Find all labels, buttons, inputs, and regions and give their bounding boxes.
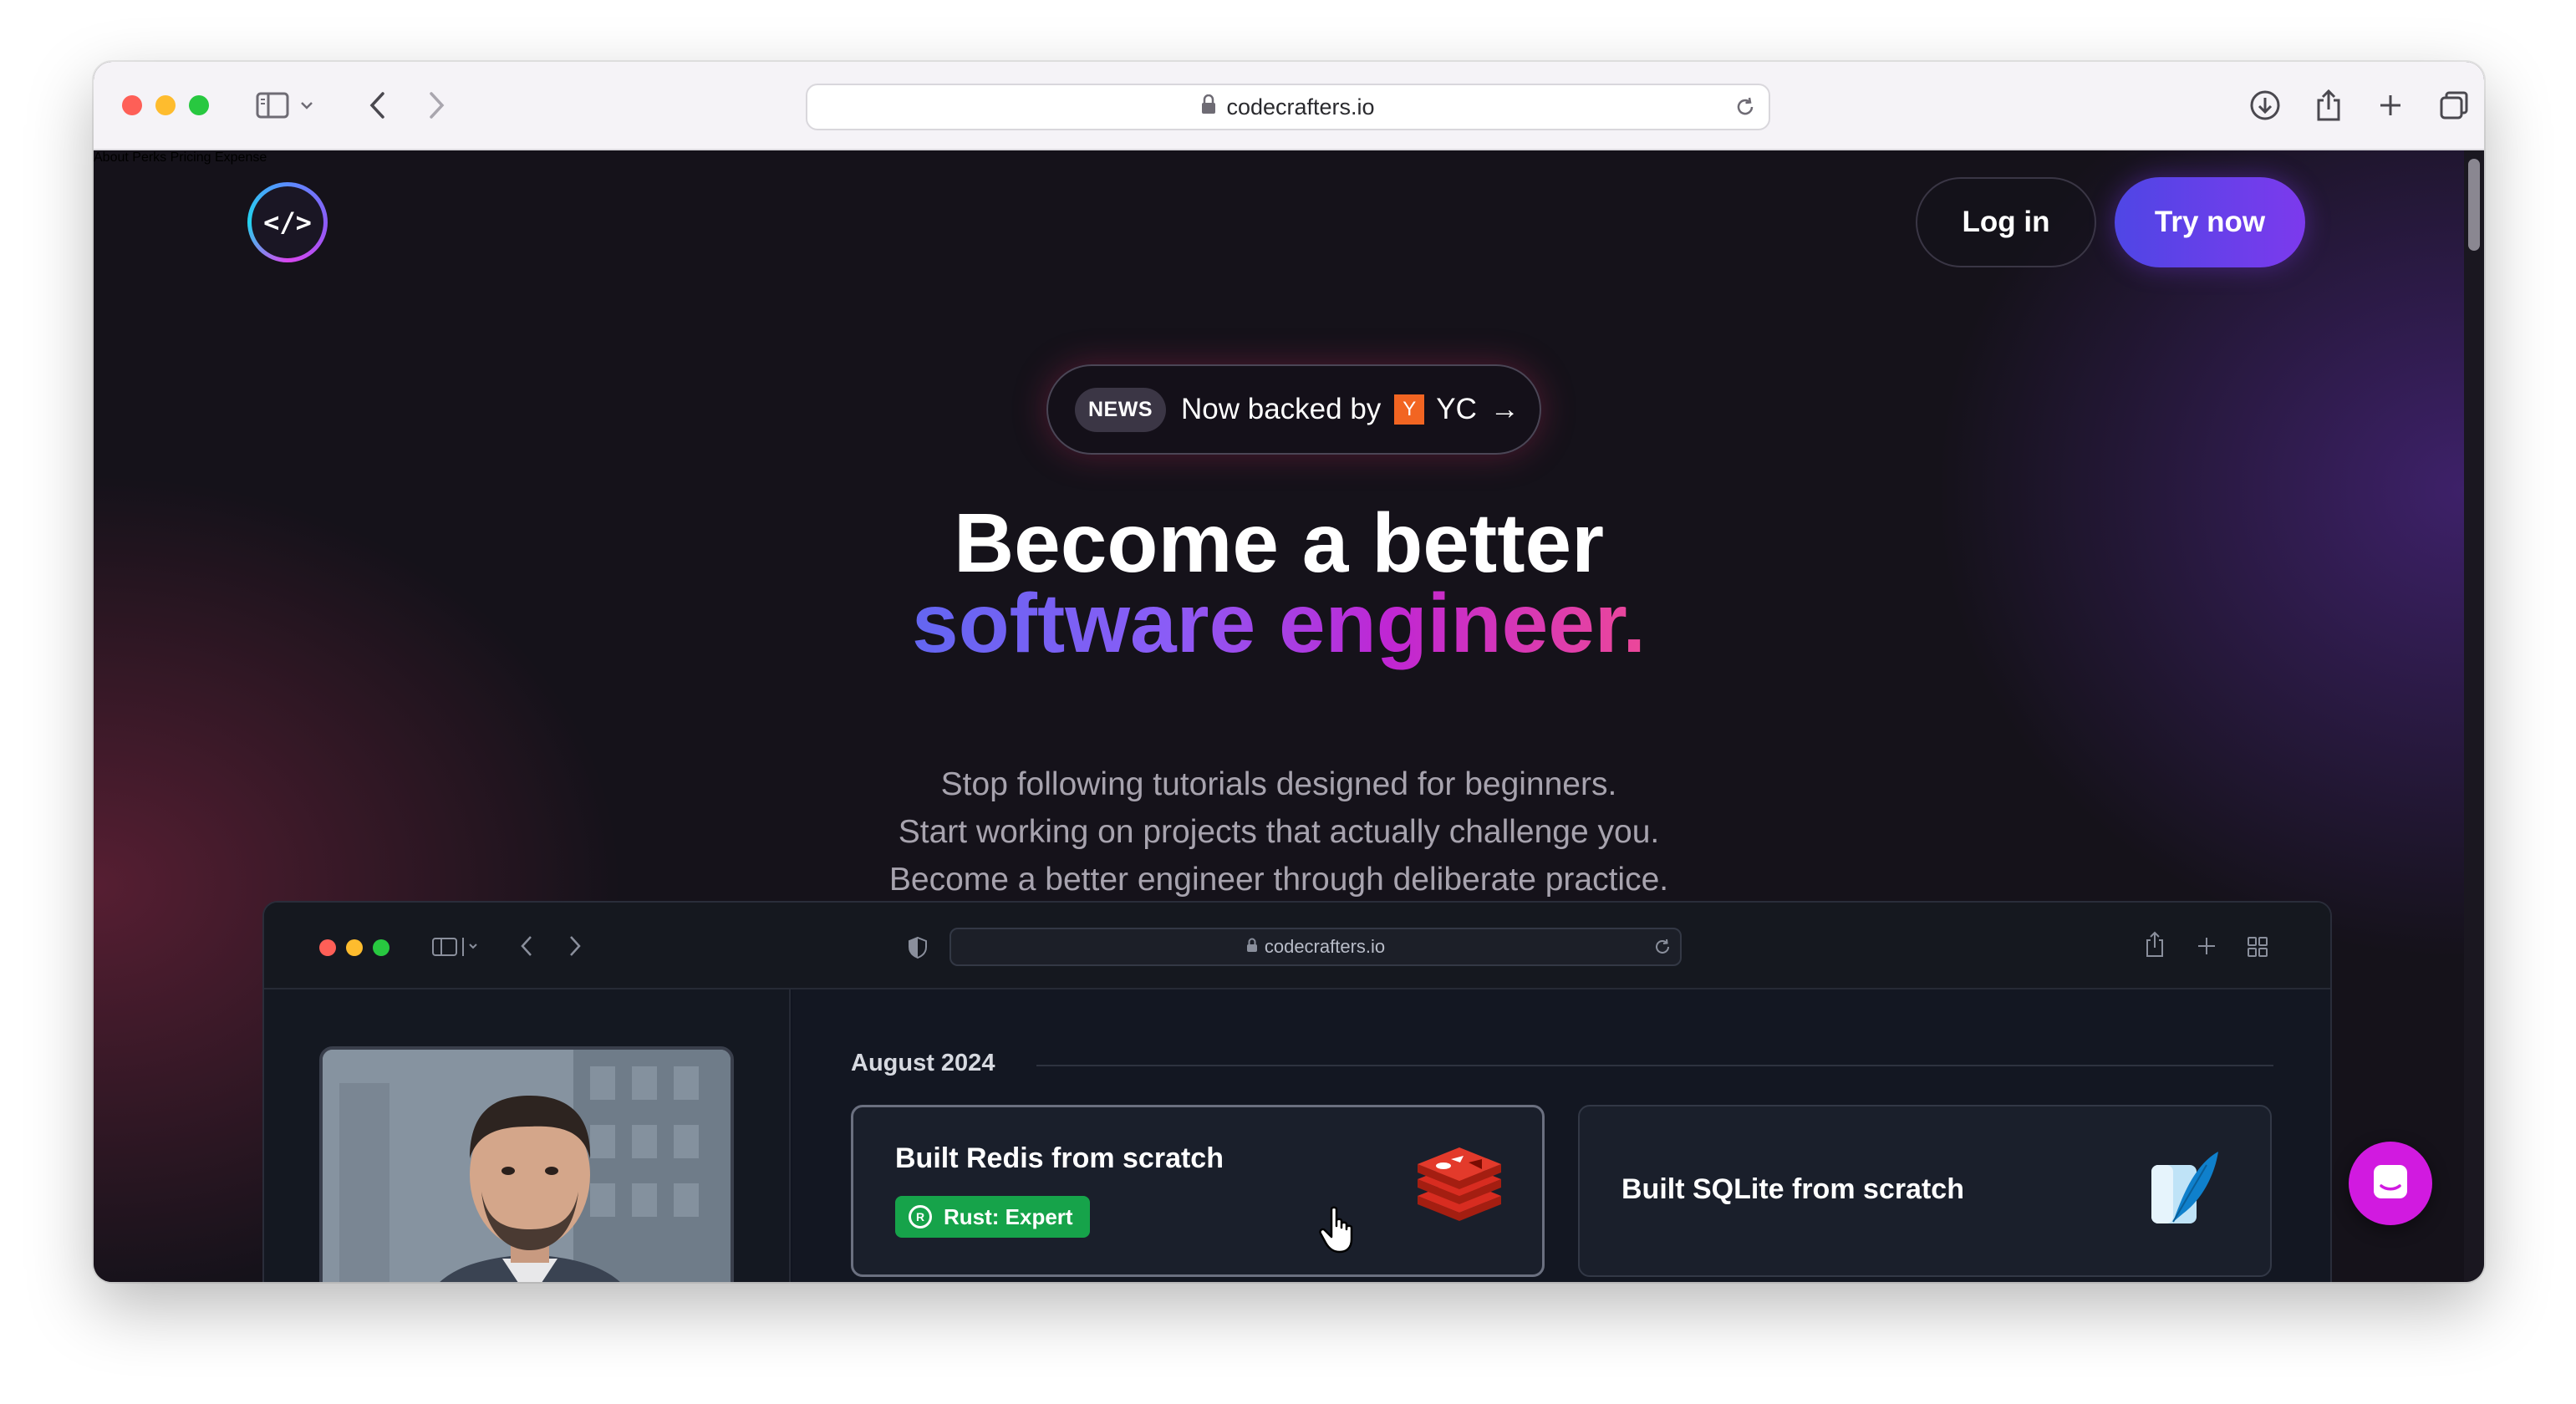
rust-icon: R <box>909 1205 932 1228</box>
project-card-sqlite[interactable]: Built SQLite from scratch <box>1578 1105 2272 1277</box>
nav-expense[interactable]: Expense <box>215 150 267 165</box>
nav-about[interactable]: About <box>94 150 129 165</box>
preview-shield-icon <box>908 936 928 964</box>
project-card-title: Built Redis from scratch <box>895 1142 1224 1174</box>
login-button[interactable]: Log in <box>1916 177 2096 267</box>
project-card-redis[interactable]: Built Redis from scratch R Rust: Expert <box>851 1105 1545 1277</box>
web-page: </> About Perks Pricing Expense Log in T… <box>94 150 2464 1282</box>
preview-toolbar: codecrafters.io <box>264 903 2330 989</box>
zoom-window-button[interactable] <box>189 95 209 115</box>
browser-window: codecrafters.io </> About Perks Pricing … <box>94 62 2484 1282</box>
close-window-button[interactable] <box>122 95 142 115</box>
preview-sidebar-icon <box>431 936 481 962</box>
skill-badge-label: Rust: Expert <box>944 1203 1073 1229</box>
new-tab-icon[interactable] <box>2370 85 2411 125</box>
share-icon[interactable] <box>2309 85 2349 125</box>
address-bar-url: codecrafters.io <box>1226 94 1375 120</box>
back-icon[interactable] <box>358 85 398 125</box>
arrow-right-icon: → <box>1489 393 1520 425</box>
address-bar[interactable]: codecrafters.io <box>806 84 1770 130</box>
hero-subtitle-line1: Stop following tutorials designed for be… <box>940 766 1617 802</box>
download-icon[interactable] <box>2245 85 2285 125</box>
logo-code-icon: </> <box>252 186 323 258</box>
minimize-window-button[interactable] <box>155 95 176 115</box>
preview-close-dot <box>319 939 336 956</box>
try-now-button[interactable]: Try now <box>2115 177 2305 267</box>
preview-sidebar <box>264 989 791 1282</box>
chat-icon <box>2371 1162 2410 1205</box>
preview-grid-icon <box>2247 936 2268 962</box>
page-scrollbar[interactable] <box>2464 150 2484 1282</box>
preview-main-content: August 2024 Built Redis from scratch R R… <box>792 989 2330 1282</box>
codecrafters-logo[interactable]: </> <box>247 182 328 262</box>
nav-perks[interactable]: Perks <box>132 150 166 165</box>
news-badge: NEWS <box>1075 387 1166 432</box>
skill-badge: R Rust: Expert <box>895 1196 1090 1238</box>
chat-launcher-button[interactable] <box>2349 1142 2432 1225</box>
hero-subtitle-line2: Start working on projects that actually … <box>898 814 1660 850</box>
yc-label: YC <box>1436 393 1477 425</box>
preview-minimize-dot <box>346 939 363 956</box>
hand-cursor-icon <box>1318 1206 1358 1259</box>
project-card-title: Built SQLite from scratch <box>1621 1173 1964 1205</box>
sqlite-feather-icon <box>2148 1148 2223 1233</box>
preview-forward-icon <box>568 934 582 962</box>
sidebar-toggle-icon[interactable] <box>252 85 293 125</box>
hero-subtitle-line3: Become a better engineer through deliber… <box>888 862 1669 898</box>
preview-zoom-dot <box>373 939 389 956</box>
nav-pricing[interactable]: Pricing <box>171 150 211 165</box>
preview-new-tab-icon <box>2197 936 2217 960</box>
month-heading: August 2024 <box>851 1050 995 1076</box>
product-preview-browser: codecrafters.io August 2024 Built Redis … <box>262 901 2332 1282</box>
redis-icon <box>1413 1147 1505 1227</box>
preview-back-icon <box>520 934 533 962</box>
chevron-down-icon[interactable] <box>294 85 319 125</box>
preview-lock-icon <box>1246 936 1258 958</box>
news-text: Now backed by <box>1181 393 1382 425</box>
scrollbar-thumb[interactable] <box>2468 159 2480 251</box>
browser-toolbar: codecrafters.io <box>94 62 2484 150</box>
yc-logo-icon: Y <box>1394 394 1425 425</box>
lock-icon <box>1201 94 1216 120</box>
hero-headline-line2: software engineer. <box>94 582 2464 665</box>
hero-headline-line1: Become a better <box>953 496 1605 590</box>
month-divider <box>1036 1065 2273 1066</box>
hero-headline-gradient-text: software engineer. <box>911 577 1647 670</box>
preview-share-icon <box>2145 931 2165 962</box>
preview-address-bar: codecrafters.io <box>949 928 1682 966</box>
preview-url-text: codecrafters.io <box>1264 936 1386 957</box>
profile-photo <box>319 1046 734 1282</box>
news-banner[interactable]: NEWS Now backed by Y YC → <box>1046 364 1541 455</box>
reload-icon[interactable] <box>1733 95 1757 125</box>
forward-icon[interactable] <box>416 85 456 125</box>
tab-overview-icon[interactable] <box>2434 85 2474 125</box>
preview-reload-icon <box>1653 938 1672 961</box>
